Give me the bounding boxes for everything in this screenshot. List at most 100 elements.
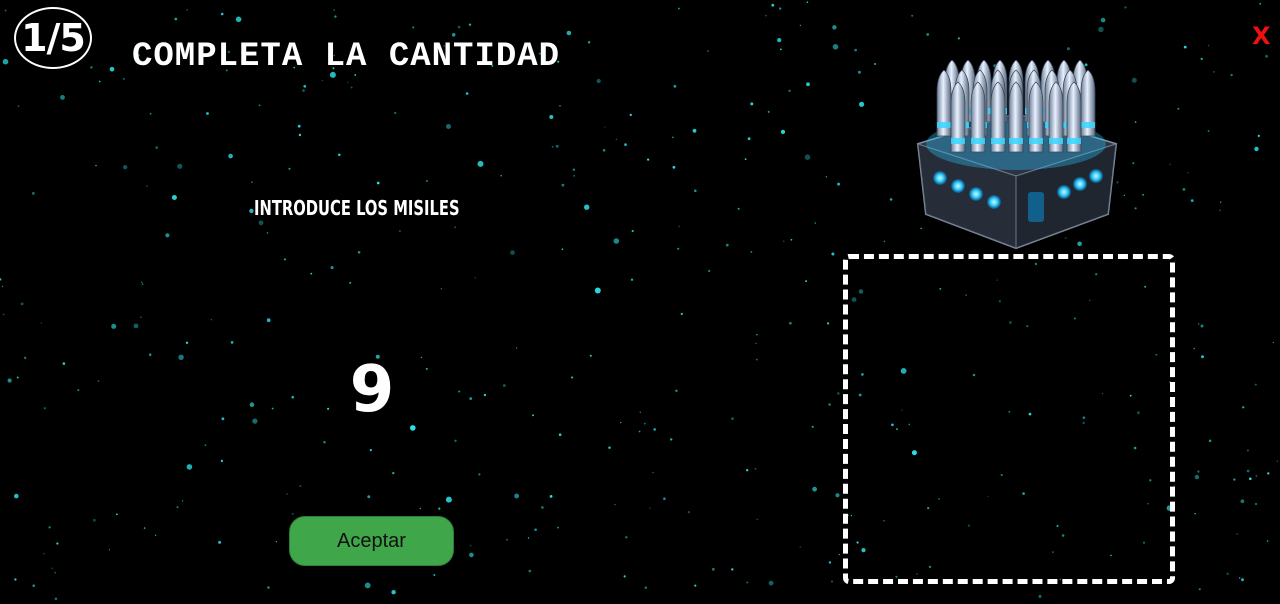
star: [549, 115, 554, 119]
star: [767, 110, 770, 113]
star: [474, 277, 476, 279]
star: [566, 30, 572, 36]
star: [469, 552, 474, 558]
star: [266, 232, 269, 234]
star: [838, 553, 840, 556]
star: [1207, 130, 1210, 132]
star: [235, 16, 242, 23]
star: [806, 1, 809, 3]
instruction-text: INTRODUCE LOS MISILES: [254, 196, 460, 220]
star: [1266, 540, 1269, 542]
star: [558, 433, 562, 437]
star: [825, 176, 828, 178]
star: [32, 584, 35, 587]
star: [1249, 477, 1252, 481]
star: [349, 281, 352, 284]
star: [744, 158, 747, 161]
star: [412, 26, 415, 29]
missile-glow-band: [971, 138, 985, 144]
star: [652, 471, 654, 474]
star: [425, 367, 428, 370]
star: [889, 198, 893, 201]
star: [327, 407, 330, 410]
star: [111, 323, 117, 329]
star: [454, 226, 456, 229]
star: [299, 485, 302, 487]
star: [48, 526, 51, 529]
star: [16, 376, 19, 379]
star: [228, 153, 233, 159]
star: [837, 182, 841, 186]
star: [1182, 188, 1186, 191]
star: [687, 511, 691, 514]
star: [1197, 470, 1200, 473]
star: [4, 9, 7, 12]
star: [54, 597, 58, 601]
close-button[interactable]: X: [1252, 24, 1271, 48]
star: [559, 105, 561, 107]
star: [625, 536, 628, 539]
star: [310, 272, 313, 275]
star: [478, 473, 481, 476]
star: [419, 507, 422, 510]
star: [123, 165, 128, 170]
star: [672, 136, 674, 138]
star: [731, 568, 734, 571]
star: [835, 493, 840, 498]
star: [1220, 201, 1222, 203]
star: [140, 316, 142, 318]
star: [40, 322, 43, 324]
star: [799, 546, 801, 548]
accept-button[interactable]: Aceptar: [289, 516, 454, 566]
star: [454, 439, 457, 442]
star: [790, 238, 793, 241]
star: [584, 204, 590, 210]
star: [510, 250, 515, 255]
star: [218, 540, 222, 544]
star: [756, 334, 758, 336]
star: [258, 220, 264, 226]
star: [806, 82, 810, 87]
missile-crate-icon[interactable]: [912, 44, 1122, 250]
star: [1272, 341, 1274, 344]
star: [440, 288, 443, 290]
star: [176, 506, 179, 509]
star: [143, 527, 146, 529]
star: [620, 421, 622, 424]
star: [812, 486, 817, 492]
star: [252, 418, 258, 424]
star: [1201, 355, 1204, 359]
star: [765, 14, 767, 17]
star: [171, 195, 177, 200]
star: [1267, 472, 1270, 475]
star: [561, 248, 564, 250]
star: [445, 496, 452, 503]
star: [804, 154, 811, 160]
star: [338, 153, 341, 157]
star: [756, 518, 758, 521]
star: [457, 25, 461, 29]
star: [1190, 199, 1194, 203]
star: [333, 9, 335, 11]
star: [0, 278, 2, 281]
star: [20, 302, 24, 306]
star: [148, 353, 152, 357]
star: [1200, 57, 1203, 61]
star: [174, 17, 178, 21]
star: [186, 9, 188, 11]
star: [1134, 121, 1137, 123]
star: [1233, 478, 1236, 481]
star: [330, 266, 334, 270]
star: [1213, 71, 1215, 73]
star: [1, 285, 4, 287]
star: [783, 240, 785, 242]
star: [857, 70, 861, 74]
star: [182, 500, 184, 502]
drop-zone[interactable]: [843, 254, 1175, 584]
star: [725, 243, 729, 247]
star: [1183, 45, 1187, 49]
star: [425, 179, 428, 183]
star: [587, 41, 591, 44]
star: [477, 160, 484, 167]
star: [506, 539, 508, 541]
